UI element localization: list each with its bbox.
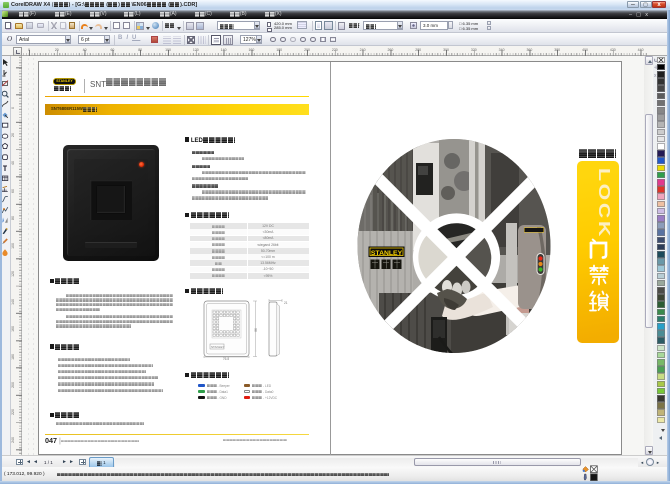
svg-text:LOCK: LOCK (595, 168, 612, 239)
svg-text:STANLEY: STANLEY (211, 345, 224, 349)
svg-text:86: 86 (254, 328, 258, 332)
svg-text:21: 21 (284, 301, 288, 305)
svg-text:76.8: 76.8 (222, 357, 228, 360)
svg-text:STANLEY: STANLEY (371, 250, 403, 257)
